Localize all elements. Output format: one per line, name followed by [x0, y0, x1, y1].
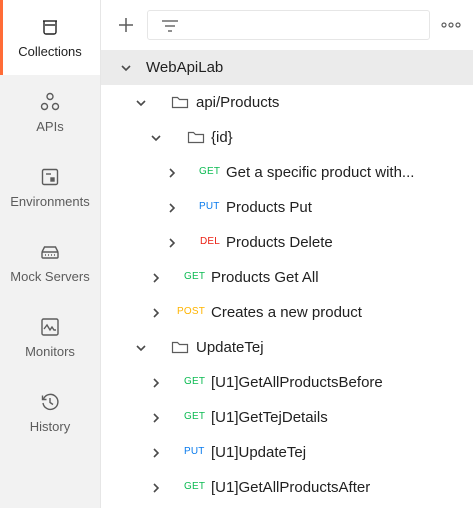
tree-item-request[interactable]: POST Creates a new product [101, 295, 473, 330]
method-badge: PUT [184, 446, 205, 457]
sidebar-item-collections[interactable]: Collections [0, 0, 100, 75]
collection-name: WebApiLab [146, 59, 224, 76]
sidebar-item-label: Collections [18, 44, 82, 59]
tree-item-folder[interactable]: UpdateTej [101, 330, 473, 365]
method-badge: GET [184, 271, 206, 282]
request-name: [U1]GetTejDetails [211, 409, 328, 426]
collection-tree: WebApiLab api/Products {id} GET Get a sp… [101, 50, 473, 508]
more-options-button[interactable] [439, 12, 463, 38]
tree-item-request[interactable]: GET [U1]GetAllProductsBefore [101, 365, 473, 400]
environments-icon [39, 166, 61, 188]
method-badge: GET [184, 411, 206, 422]
tree-item-folder[interactable]: api/Products [101, 85, 473, 120]
monitors-icon [39, 316, 61, 338]
method-badge: DEL [200, 236, 221, 247]
folder-name: UpdateTej [196, 339, 264, 356]
chevron-right-icon[interactable] [149, 306, 163, 320]
chevron-down-icon[interactable] [149, 131, 163, 145]
chevron-right-icon[interactable] [165, 201, 179, 215]
method-badge: GET [199, 166, 221, 177]
tree-item-collection[interactable]: WebApiLab [101, 50, 473, 85]
chevron-right-icon[interactable] [149, 271, 163, 285]
request-name: [U1]GetAllProductsBefore [211, 374, 383, 391]
sidebar-item-apis[interactable]: APIs [0, 75, 100, 150]
search-box[interactable] [147, 10, 430, 40]
sidebar-item-label: Environments [10, 194, 90, 209]
request-name: Get a specific product with... [226, 164, 415, 181]
chevron-right-icon[interactable] [149, 481, 163, 495]
tree-item-request[interactable]: GET Products Get All [101, 260, 473, 295]
chevron-right-icon[interactable] [149, 376, 163, 390]
sidebar-item-label: APIs [36, 119, 64, 134]
sidebar-item-mock-servers[interactable]: Mock Servers [0, 225, 100, 300]
chevron-right-icon[interactable] [165, 166, 179, 180]
tree-item-request[interactable]: GET Get a specific product with... [101, 155, 473, 190]
tree-item-request[interactable]: GET [U1]GetTejDetails [101, 400, 473, 435]
folder-icon [171, 94, 189, 110]
chevron-down-icon[interactable] [134, 96, 148, 110]
collections-icon [39, 16, 61, 38]
tree-item-request[interactable]: PUT Products Put [101, 190, 473, 225]
add-collection-button[interactable] [115, 12, 137, 38]
more-horizontal-icon [441, 22, 461, 28]
tree-item-request[interactable]: PUT [U1]UpdateTej [101, 435, 473, 470]
method-badge: PUT [199, 201, 220, 212]
search-input[interactable] [188, 15, 418, 35]
request-name: Products Delete [226, 234, 333, 251]
filter-icon [162, 20, 178, 32]
request-name: [U1]GetAllProductsAfter [211, 479, 371, 496]
sidebar-item-label: History [29, 419, 71, 434]
history-icon [39, 391, 61, 413]
sidebar-item-environments[interactable]: Environments [0, 150, 100, 225]
tree-item-folder[interactable]: {id} [101, 120, 473, 155]
chevron-right-icon[interactable] [165, 236, 179, 250]
folder-icon [187, 129, 205, 145]
chevron-right-icon[interactable] [149, 446, 163, 460]
tree-item-request[interactable]: DEL Products Delete [101, 225, 473, 260]
chevron-down-icon[interactable] [119, 61, 133, 75]
folder-name: api/Products [196, 94, 280, 111]
chevron-down-icon[interactable] [134, 341, 148, 355]
sidebar-item-monitors[interactable]: Monitors [0, 300, 100, 375]
folder-name: {id} [211, 129, 233, 146]
folder-icon [171, 339, 189, 355]
sidebar-item-label: Mock Servers [10, 269, 90, 284]
sidebar-item-history[interactable]: History [0, 375, 100, 450]
method-badge: GET [184, 376, 206, 387]
mock-servers-icon [39, 241, 61, 263]
toolbar [101, 0, 473, 50]
method-badge: GET [184, 481, 206, 492]
request-name: Products Put [226, 199, 312, 216]
chevron-right-icon[interactable] [149, 411, 163, 425]
sidebar-item-label: Monitors [25, 344, 75, 359]
method-badge: POST [177, 306, 206, 317]
sidebar: Collections APIs Environments Mock Serve… [0, 0, 101, 508]
plus-icon [119, 18, 133, 32]
request-name: [U1]UpdateTej [211, 444, 307, 461]
request-name: Creates a new product [211, 304, 362, 321]
apis-icon [39, 91, 61, 113]
tree-item-request[interactable]: GET [U1]GetAllProductsAfter [101, 470, 473, 505]
request-name: Products Get All [211, 269, 319, 286]
